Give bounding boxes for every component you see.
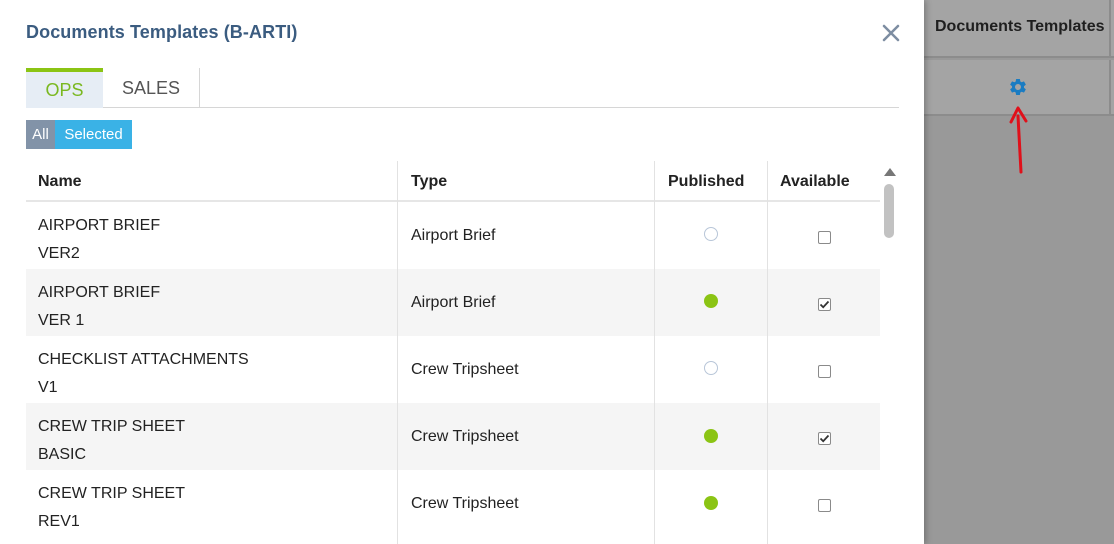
available-checkbox[interactable] bbox=[818, 499, 831, 512]
template-name-line1: CREW TRIP SHEET bbox=[38, 485, 185, 502]
template-name: AIRPORT BRIEF VER 1 bbox=[38, 279, 160, 335]
template-name-line2: V1 bbox=[38, 379, 58, 396]
published-indicator bbox=[704, 361, 718, 375]
table-row[interactable]: CREW TRIP SHEET BASIC Crew Tripsheet bbox=[26, 403, 880, 470]
template-name: CHECKLIST ATTACHMENTS V1 bbox=[38, 346, 249, 402]
column-divider bbox=[397, 161, 398, 544]
column-divider bbox=[654, 161, 655, 544]
published-indicator bbox=[704, 227, 718, 241]
documents-templates-modal: Documents Templates (B-ARTI) OPS SALES A… bbox=[0, 0, 924, 544]
template-name: CREW TRIP SHEET BASIC bbox=[38, 413, 185, 469]
available-checkbox[interactable] bbox=[818, 365, 831, 378]
table-scrollbar[interactable] bbox=[880, 164, 898, 544]
scroll-up-arrow-icon[interactable] bbox=[884, 168, 896, 176]
table-row[interactable]: CHECKLIST ATTACHMENTS V1 Crew Tripsheet bbox=[26, 336, 880, 403]
table-row[interactable]: AIRPORT BRIEF VER2 Airport Brief bbox=[26, 202, 880, 269]
template-type: Crew Tripsheet bbox=[411, 494, 519, 512]
published-indicator bbox=[704, 294, 718, 308]
column-header-name[interactable]: Name bbox=[26, 161, 397, 202]
template-type: Airport Brief bbox=[411, 226, 496, 244]
available-checkbox[interactable] bbox=[818, 298, 831, 311]
table-row[interactable]: CREW TRIP SHEET REV1 Crew Tripsheet bbox=[26, 470, 880, 537]
tab-sales[interactable]: SALES bbox=[103, 68, 200, 108]
background-table-header: Documents Templates bbox=[924, 0, 1114, 58]
checkmark-icon bbox=[819, 300, 830, 309]
templates-table: Name Type Published Available AIRPORT BR… bbox=[26, 161, 880, 544]
tab-ops[interactable]: OPS bbox=[26, 68, 103, 108]
template-type: Crew Tripsheet bbox=[411, 427, 519, 445]
gear-icon[interactable] bbox=[1008, 77, 1028, 97]
table-row[interactable]: AIRPORT BRIEF VER 1 Airport Brief bbox=[26, 269, 880, 336]
template-name-line1: CREW TRIP SHEET bbox=[38, 418, 185, 435]
column-divider bbox=[1109, 60, 1111, 116]
template-name-line1: CHECKLIST ATTACHMENTS bbox=[38, 351, 249, 368]
column-header-available[interactable]: Available bbox=[768, 161, 880, 202]
table-header: Name Type Published Available bbox=[26, 161, 880, 202]
available-checkbox[interactable] bbox=[818, 231, 831, 244]
checkmark-icon bbox=[819, 434, 830, 443]
documents-templates-column-header: Documents Templates bbox=[935, 18, 1105, 35]
template-name-line2: REV1 bbox=[38, 513, 80, 530]
template-name-line2: VER2 bbox=[38, 245, 80, 262]
template-name: CREW TRIP SHEET REV1 bbox=[38, 480, 185, 536]
column-divider bbox=[1109, 0, 1111, 58]
filter-all-button[interactable]: All bbox=[26, 120, 55, 149]
column-header-type[interactable]: Type bbox=[399, 161, 655, 202]
column-header-published[interactable]: Published bbox=[656, 161, 768, 202]
template-name-line1: AIRPORT BRIEF bbox=[38, 217, 161, 234]
tab-bar: OPS SALES bbox=[26, 68, 899, 108]
filter-toggle: All Selected bbox=[26, 120, 132, 149]
template-type: Crew Tripsheet bbox=[411, 360, 519, 378]
arrow-up-annotation-icon bbox=[1009, 106, 1028, 174]
background-panel: Documents Templates bbox=[924, 0, 1114, 544]
filter-selected-button[interactable]: Selected bbox=[55, 120, 132, 149]
template-name-line1: AIRPORT BRIEF bbox=[38, 284, 161, 301]
template-name: AIRPORT BRIEF VER2 bbox=[38, 212, 160, 268]
template-name-line2: BASIC bbox=[38, 446, 87, 463]
published-indicator bbox=[704, 429, 718, 443]
template-type: Airport Brief bbox=[411, 293, 496, 311]
available-checkbox[interactable] bbox=[818, 432, 831, 445]
column-divider bbox=[767, 161, 768, 544]
scroll-thumb[interactable] bbox=[884, 184, 894, 238]
close-icon[interactable] bbox=[878, 20, 904, 46]
template-name-line2: VER 1 bbox=[38, 312, 85, 329]
modal-title: Documents Templates (B-ARTI) bbox=[26, 22, 298, 42]
published-indicator bbox=[704, 496, 718, 510]
